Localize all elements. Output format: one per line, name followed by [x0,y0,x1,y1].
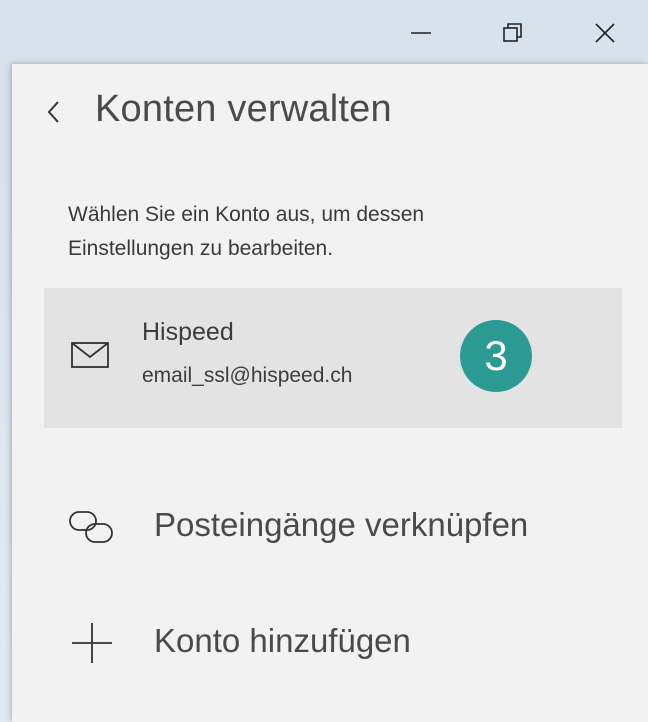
add-account-button[interactable]: Konto hinzufügen [52,608,612,678]
restore-button[interactable] [490,10,536,56]
mail-icon [71,342,109,368]
manage-accounts-panel: Konten verwalten Wählen Sie ein Konto au… [12,64,648,722]
link-inboxes-label: Posteingänge verknüpfen [154,506,529,543]
back-button[interactable] [38,94,70,130]
step-badge: 3 [460,320,532,392]
plus-icon [72,623,112,663]
restore-icon [503,23,522,42]
page-title: Konten verwalten [95,88,392,130]
minimize-button[interactable] [398,10,444,56]
close-button[interactable] [582,10,628,56]
account-item-hispeed[interactable]: Hispeed email_ssl@hispeed.ch 3 [44,288,622,428]
close-icon [595,23,615,43]
link-icon [69,511,113,543]
account-name: Hispeed [142,318,234,346]
chevron-left-icon [47,101,59,123]
add-account-label: Konto hinzufügen [154,622,411,659]
account-email: email_ssl@hispeed.ch [142,364,353,387]
instruction-text: Wählen Sie ein Konto aus, um dessen Eins… [68,203,425,260]
link-inboxes-button[interactable]: Posteingänge verknüpfen [52,492,612,562]
minimize-icon [411,32,431,34]
